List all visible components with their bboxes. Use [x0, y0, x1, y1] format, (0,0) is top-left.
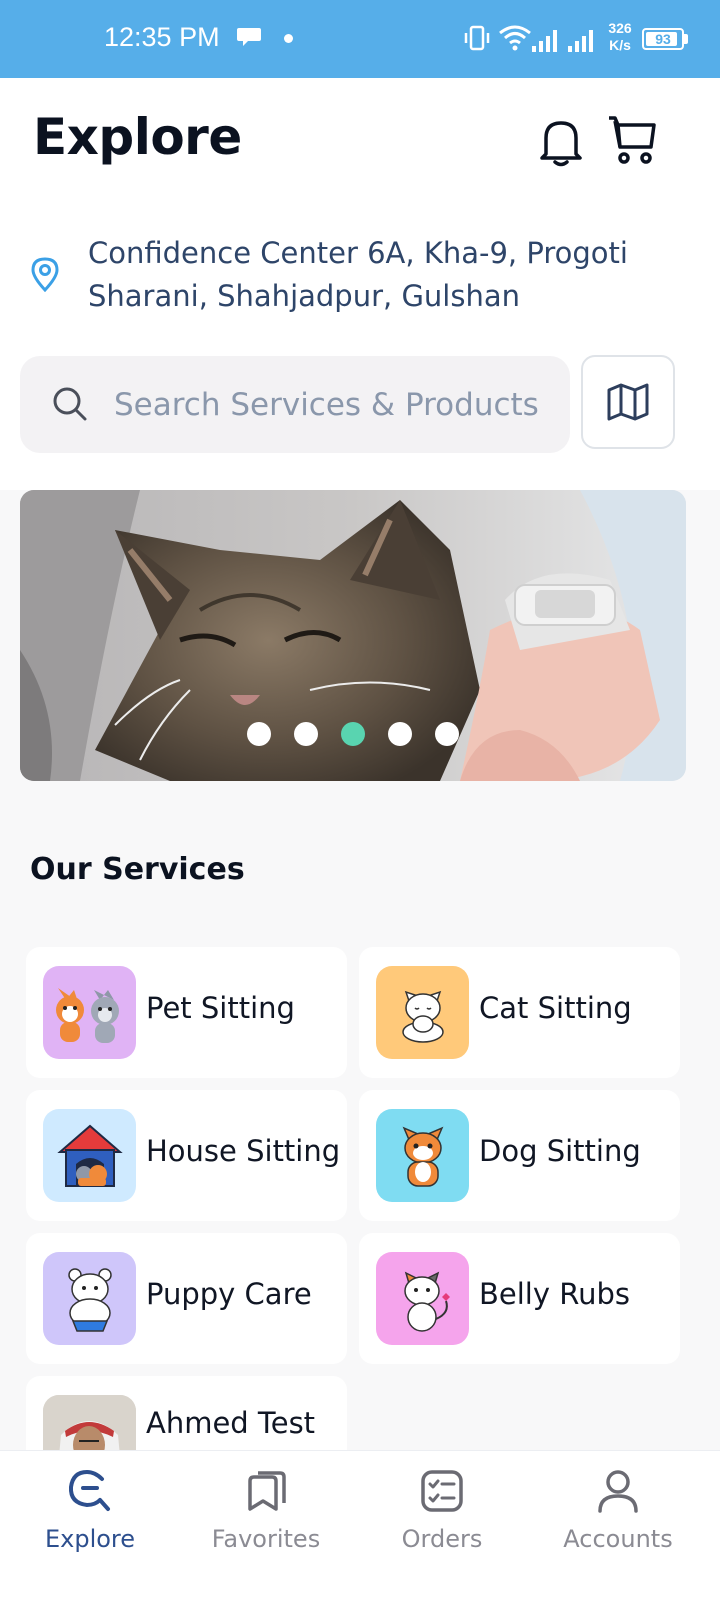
belly-rubs-thumbnail: [376, 1252, 469, 1345]
service-label: Dog Sitting: [479, 1134, 641, 1168]
carousel-dot-3[interactable]: [341, 722, 365, 746]
calico-cat-icon: [403, 1271, 450, 1332]
pet-sitting-thumbnail: [43, 966, 136, 1059]
house-sitting-thumbnail: [43, 1109, 136, 1202]
nav-label: Explore: [44, 1525, 136, 1553]
service-label: Cat Sitting: [479, 991, 632, 1025]
nav-label: Orders: [401, 1525, 483, 1553]
speed-value: 326: [608, 20, 632, 36]
service-card-dog-sitting[interactable]: Dog Sitting: [359, 1090, 680, 1221]
wifi-icon: [499, 25, 531, 51]
vibrate-icon: [464, 25, 490, 51]
chat-bubble-icon: [237, 28, 261, 46]
network-speed: 326 K/s: [602, 20, 638, 54]
carousel-indicators[interactable]: [247, 722, 459, 746]
cat-sitting-thumbnail: [376, 966, 469, 1059]
nav-accounts[interactable]: Accounts: [528, 1451, 708, 1600]
service-card-house-sitting[interactable]: House Sitting: [26, 1090, 347, 1221]
notifications-button[interactable]: [533, 114, 589, 170]
service-label: House Sitting: [146, 1134, 341, 1168]
nav-orders[interactable]: Orders: [352, 1451, 532, 1600]
checklist-icon: [421, 1470, 463, 1512]
location-address: Confidence Center 6A, Kha-9, Progoti Sha…: [88, 236, 628, 313]
speed-unit: K/s: [609, 37, 631, 53]
service-card-belly-rubs[interactable]: Belly Rubs: [359, 1233, 680, 1364]
status-indicators: 326 K/s 93: [462, 18, 712, 62]
bottom-navigation: Explore Favorites Orders Accounts: [0, 1450, 720, 1600]
service-card-pet-sitting[interactable]: Pet Sitting: [26, 947, 347, 1078]
nav-explore[interactable]: Explore: [0, 1451, 180, 1600]
bear-laptop-icon: [67, 1267, 112, 1332]
battery-level: 93: [655, 31, 671, 47]
shiba-dog-icon: [402, 1126, 443, 1187]
nav-label: Accounts: [563, 1525, 673, 1553]
nav-label: Favorites: [211, 1525, 321, 1553]
bell-icon: [540, 121, 582, 167]
dog-sitting-thumbnail: [376, 1109, 469, 1202]
map-icon: [607, 383, 649, 421]
carousel-dot-4[interactable]: [388, 722, 412, 746]
search-icon: [53, 387, 87, 421]
user-icon: [598, 1470, 638, 1513]
cart-button[interactable]: [604, 112, 660, 168]
signal-icon-2: [568, 30, 593, 52]
service-label: Puppy Care: [146, 1277, 312, 1311]
location-pin-icon: [31, 257, 59, 292]
notification-dot: [284, 34, 293, 43]
cat-and-dog-icon: [55, 987, 119, 1043]
page-title: Explore: [33, 108, 242, 166]
battery-tip: [684, 34, 688, 44]
service-label: Ahmed Test: [146, 1406, 316, 1440]
service-card-cat-sitting[interactable]: Cat Sitting: [359, 947, 680, 1078]
service-card-puppy-care[interactable]: Puppy Care: [26, 1233, 347, 1364]
search-input[interactable]: [114, 356, 554, 453]
status-bar: 12:35 PM 326 K/s 93: [0, 0, 720, 78]
carousel-dot-2[interactable]: [294, 722, 318, 746]
battery-icon: 93: [642, 28, 684, 50]
nav-favorites[interactable]: Favorites: [176, 1451, 356, 1600]
status-time: 12:35 PM: [104, 22, 220, 52]
service-label: Pet Sitting: [146, 991, 295, 1025]
carousel-dot-5[interactable]: [435, 722, 459, 746]
services-section-title: Our Services: [30, 852, 245, 887]
bookmarks-icon: [248, 1471, 286, 1511]
map-button[interactable]: [581, 355, 675, 449]
search-box[interactable]: [20, 356, 570, 453]
meditating-cat-icon: [401, 990, 444, 1043]
signal-icon-1: [532, 30, 557, 52]
puppy-care-thumbnail: [43, 1252, 136, 1345]
pet-house-icon: [56, 1124, 123, 1187]
cart-icon: [609, 116, 656, 164]
explore-icon: [68, 1469, 110, 1511]
carousel-dot-1[interactable]: [247, 722, 271, 746]
service-label: Belly Rubs: [479, 1277, 630, 1311]
